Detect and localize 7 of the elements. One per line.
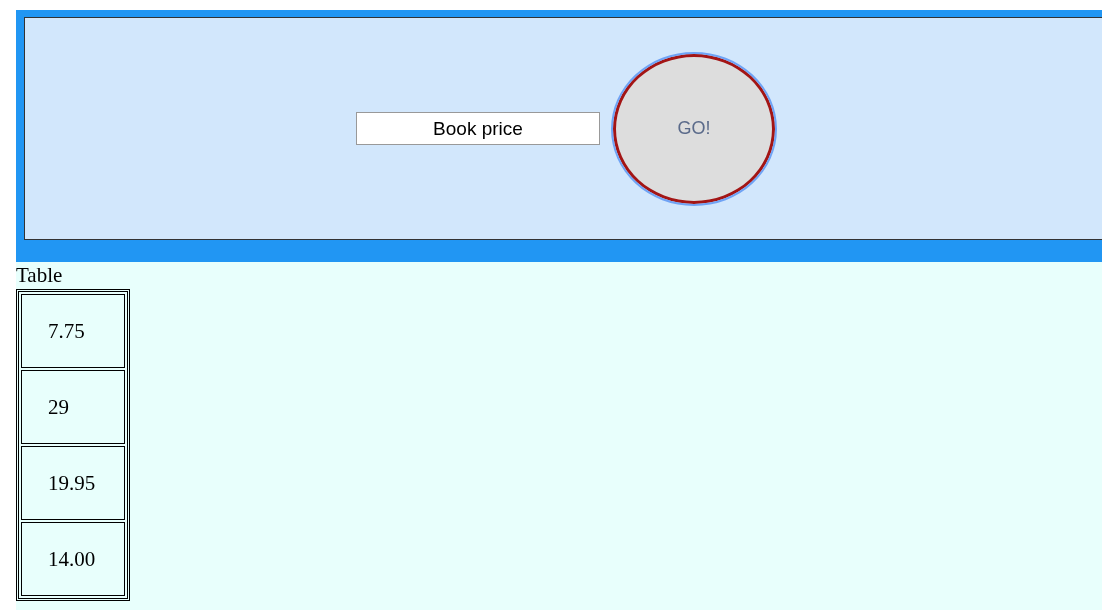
table-cell: 19.95 — [21, 446, 125, 520]
table-caption: Table — [16, 262, 64, 289]
table-cell: 7.75 — [21, 294, 125, 368]
table-cell: 14.00 — [21, 522, 125, 596]
table-cell: 29 — [21, 370, 125, 444]
price-field[interactable]: Book price — [356, 112, 600, 145]
go-button[interactable]: GO! — [613, 53, 775, 204]
